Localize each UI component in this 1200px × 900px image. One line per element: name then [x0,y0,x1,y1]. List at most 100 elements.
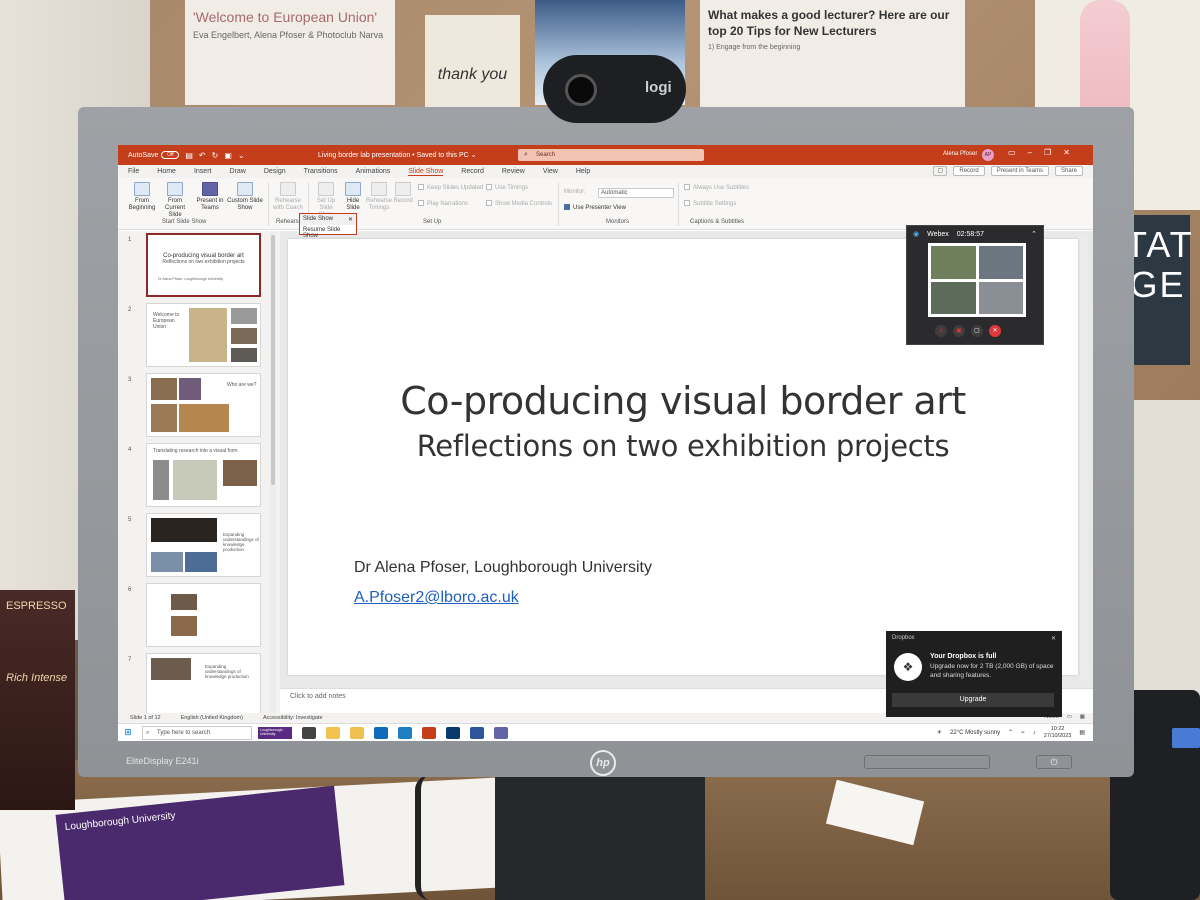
user-name[interactable]: Alena Pfoser [943,151,977,157]
save-icon[interactable]: ▤ [185,151,193,160]
video-off-icon[interactable]: ▣ [953,325,965,337]
tab-record[interactable]: Record [461,168,484,175]
thumbnail-slide-4[interactable]: 4 Translating research into a visual for… [122,443,272,511]
thumbnail-image[interactable]: Expanding understandings of knowledge pr… [146,653,261,713]
subtitle-settings-button[interactable]: Subtitle Settings [684,200,736,207]
present-in-teams-button[interactable]: Present in Teams [990,166,1049,176]
video-tile[interactable] [931,281,976,314]
upgrade-button[interactable]: Upgrade [892,693,1054,707]
rehearse-timings-button[interactable]: Rehearse Timings [366,182,392,212]
accessibility-status[interactable]: Accessibility: Investigate [263,715,323,721]
thumbnail-image[interactable]: Who are we? [146,373,261,437]
monitor-buttons[interactable] [864,755,990,769]
close-icon[interactable]: ✕ [1063,148,1070,157]
edge-icon[interactable] [398,726,412,739]
always-use-subtitles-checkbox[interactable]: Always Use Subtitles [684,184,749,191]
clock[interactable]: 10:22 27/10/2023 [1044,726,1072,739]
thumbnail-image[interactable]: Translating research into a visual form [146,443,261,507]
slide-author[interactable]: Dr Alena Pfoser, Loughborough University [354,559,652,577]
share-button[interactable]: Share [1054,166,1083,176]
weather-text[interactable]: 22°C Mostly sunny [950,730,1000,736]
end-call-icon[interactable]: ✕ [989,325,1001,337]
share-screen-icon[interactable]: ▢ [971,325,983,337]
rehearse-with-coach-button[interactable]: Rehearse with Coach [270,182,306,212]
avatar[interactable]: AP [982,149,994,161]
minimize-icon[interactable]: – [1028,148,1032,157]
tab-draw[interactable]: Draw [229,168,245,175]
customize-qat-icon[interactable]: ⌄ [238,151,245,160]
outlook-icon[interactable] [374,726,388,739]
video-tile[interactable] [978,246,1023,279]
monitor-select[interactable]: Automatic [598,188,674,198]
tab-home[interactable]: Home [157,168,176,175]
webex-collapse-icon[interactable]: ⌃ [1031,230,1037,238]
tab-insert[interactable]: Insert [194,168,212,175]
powerpoint-icon[interactable] [422,726,436,739]
undo-icon[interactable]: ↶ [199,151,206,160]
mute-icon[interactable]: ♫ [935,325,947,337]
weather-icon[interactable]: ☀ [937,729,942,736]
teams-taskbar-icon[interactable] [494,726,508,739]
windows-start-icon[interactable]: ⊞ [118,727,138,738]
keep-slides-updated-checkbox[interactable]: Keep Slides Updated [418,184,483,191]
ribbon-display-icon[interactable]: ▭ [1008,148,1016,157]
thumbnail-slide-3[interactable]: 3 Who are we? [122,373,272,441]
slide-title[interactable]: Co-producing visual border art [288,379,1078,423]
present-in-teams-ribbon-button[interactable]: Present in Teams [196,182,224,212]
tab-slide-show[interactable]: Slide Show [408,168,444,176]
tab-review[interactable]: Review [502,168,525,175]
use-presenter-view-checkbox[interactable]: Use Presenter View [564,204,626,211]
resume-slide-show-item[interactable]: Resume Slide Show [300,225,356,241]
file-explorer-icon[interactable] [350,726,364,739]
volume-icon[interactable]: ♪ [1033,730,1036,736]
play-narrations-checkbox[interactable]: Play Narrations [418,200,468,207]
notification-icon[interactable]: ▤ [1079,729,1085,736]
search-input[interactable]: ⌕ Search [518,149,704,161]
thumbnail-slide-6[interactable]: 6 [122,583,272,651]
maximize-icon[interactable]: ❐ [1044,148,1051,157]
record-button[interactable]: Record [953,166,985,176]
language-indicator[interactable]: English (United Kingdom) [181,715,243,721]
power-icon[interactable]: ⏻ [1036,755,1072,769]
taskbar-search-input[interactable]: ⌕ Type here to search [142,725,252,740]
thumbnail-slide-5[interactable]: 5 Expanding understandings of knowledge … [122,513,272,581]
hide-slide-button[interactable]: Hide Slide [342,182,364,212]
comments-icon[interactable]: ▢ [933,166,948,176]
tab-file[interactable]: File [128,168,139,175]
start-presentation-icon[interactable]: ▣ [224,151,232,160]
video-tile[interactable] [931,246,976,279]
close-icon[interactable]: ✕ [1051,635,1056,642]
tab-animations[interactable]: Animations [356,168,391,175]
document-title[interactable]: Living border lab presentation • Saved t… [318,151,477,159]
from-beginning-button[interactable]: From Beginning [126,182,158,212]
custom-slide-show-button[interactable]: Custom Slide Show [226,182,264,212]
tab-help[interactable]: Help [576,168,590,175]
thumbnail-slide-1[interactable]: 1 Co-producing visual border art Reflect… [122,233,272,301]
tray-chevron-icon[interactable]: ⌃ [1008,729,1013,736]
normal-view-icon[interactable]: ▭ [1067,714,1072,720]
dropdown-header[interactable]: Slide Show ✕ [300,214,356,225]
video-tile[interactable] [978,281,1023,314]
scrollbar-thumb[interactable] [271,235,275,485]
word-icon[interactable] [470,726,484,739]
slide-subtitle[interactable]: Reflections on two exhibition projects [288,429,1078,463]
from-current-slide-button[interactable]: From Current Slide [158,182,192,219]
university-badge[interactable]: Loughborough University [258,726,292,739]
thumbnail-image[interactable] [146,583,261,647]
tab-design[interactable]: Design [264,168,286,175]
show-media-controls-checkbox[interactable]: Show Media Controls [486,200,552,207]
thumbnail-image[interactable]: Expanding understandings of knowledge pr… [146,513,261,577]
chrome-icon[interactable] [326,726,340,739]
sorter-view-icon[interactable]: ▦ [1080,714,1085,720]
thumbnail-slide-2[interactable]: 2 Welcome to European Union [122,303,272,371]
autosave-toggle[interactable]: Off [161,151,180,159]
record-ribbon-button[interactable]: Record [392,182,414,205]
dropdown-close-icon[interactable]: ✕ [348,216,353,223]
slide-email-link[interactable]: A.Pfoser2@lboro.ac.uk [354,589,519,607]
tab-transitions[interactable]: Transitions [304,168,338,175]
thumbnail-scrollbar[interactable] [270,231,276,713]
thumbnail-image[interactable]: Co-producing visual border art Reflectio… [146,233,261,297]
redo-icon[interactable]: ↻ [212,151,219,160]
canvas-scrollbar[interactable] [1080,237,1088,681]
thumbnail-image[interactable]: Welcome to European Union [146,303,261,367]
